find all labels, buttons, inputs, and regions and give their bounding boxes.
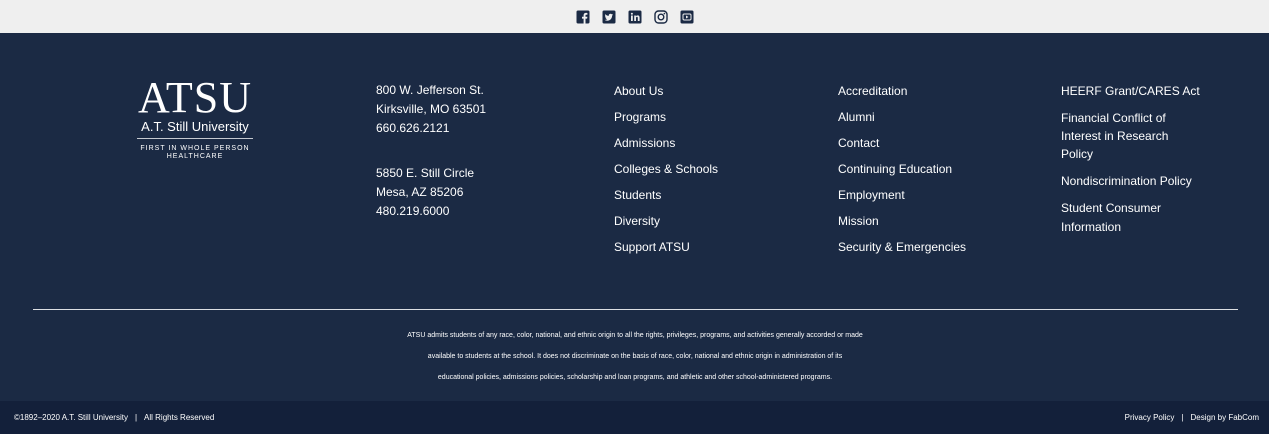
copyright: ©1892–2020 A.T. Still University | All Rig…	[14, 401, 214, 434]
rights-text: All Rights Reserved	[144, 413, 215, 422]
copyright-text: ©1892–2020 A.T. Still University	[14, 413, 128, 422]
footer-link-programs[interactable]: Programs	[614, 109, 718, 125]
address-column: 800 W. Jefferson St. Kirksville, MO 6350…	[376, 81, 486, 221]
nondiscrimination-notice: ATSU admits students of any race, color,…	[340, 325, 930, 388]
bottom-links: Privacy Policy | Design by FabCom	[1125, 401, 1259, 434]
footer-link-continuing-education[interactable]: Continuing Education	[838, 161, 966, 177]
linkedin-icon[interactable]	[628, 10, 642, 24]
footer-link-student-consumer-info[interactable]: Student Consumer Information	[1061, 199, 1171, 237]
footer-link-security-emergencies[interactable]: Security & Emergencies	[838, 239, 966, 255]
notice-line-2: available to students at the school. It …	[427, 353, 843, 360]
bottom-links-separator: |	[1181, 413, 1184, 422]
footer-link-students[interactable]: Students	[614, 187, 718, 203]
footer-link-nondiscrimination[interactable]: Nondiscrimination Policy	[1061, 173, 1201, 189]
kirksville-phone[interactable]: 660.626.2121	[376, 119, 486, 138]
footer-link-employment[interactable]: Employment	[838, 187, 966, 203]
logo-divider	[137, 138, 253, 139]
atsu-logo[interactable]: ATSU A.T. Still University FIRST IN WHOL…	[134, 73, 256, 161]
footer-link-diversity[interactable]: Diversity	[614, 213, 718, 229]
youtube-icon[interactable]	[680, 10, 694, 24]
links-column-1: About Us Programs Admissions Colleges & …	[614, 83, 718, 265]
footer-link-admissions[interactable]: Admissions	[614, 135, 718, 151]
footer-link-financial-conflict[interactable]: Financial Conflict of Interest in Resear…	[1061, 109, 1171, 163]
logo-university-name: A.T. Still University	[141, 119, 249, 134]
bottom-bar: ©1892–2020 A.T. Still University | All Rig…	[0, 401, 1269, 434]
mesa-phone[interactable]: 480.219.6000	[376, 202, 486, 221]
links-column-3: HEERF Grant/CARES Act Financial Conflict…	[1061, 83, 1201, 247]
instagram-icon[interactable]	[653, 9, 668, 24]
footer-link-heerf-grant[interactable]: HEERF Grant/CARES Act	[1061, 83, 1201, 99]
mesa-city: Mesa, AZ 85206	[376, 185, 464, 199]
copyright-separator: |	[134, 413, 138, 422]
kirksville-street: 800 W. Jefferson St.	[376, 83, 484, 97]
footer-link-mission[interactable]: Mission	[838, 213, 966, 229]
facebook-icon[interactable]	[576, 10, 590, 24]
footer-link-alumni[interactable]: Alumni	[838, 109, 966, 125]
twitter-icon[interactable]	[602, 10, 616, 24]
links-column-2: Accreditation Alumni Contact Continuing …	[838, 83, 966, 265]
notice-line-1: ATSU admits students of any race, color,…	[407, 332, 863, 339]
logo-tagline-2: HEALTHCARE	[166, 153, 224, 160]
design-by-fabcom-link[interactable]: Design by FabCom	[1191, 413, 1259, 422]
footer-link-accreditation[interactable]: Accreditation	[838, 83, 966, 99]
social-bar	[0, 0, 1269, 33]
notice-line-3: educational policies, admissions policie…	[437, 374, 833, 381]
footer-link-contact[interactable]: Contact	[838, 135, 966, 151]
footer-link-support-atsu[interactable]: Support ATSU	[614, 239, 718, 255]
address-spacer	[376, 138, 486, 164]
footer-main: ATSU A.T. Still University FIRST IN WHOL…	[0, 33, 1269, 401]
privacy-policy-link[interactable]: Privacy Policy	[1125, 413, 1175, 422]
footer-divider	[33, 309, 1238, 310]
logo-tagline-1: FIRST IN WHOLE PERSON	[140, 145, 250, 152]
footer-link-about-us[interactable]: About Us	[614, 83, 718, 99]
footer-link-colleges-schools[interactable]: Colleges & Schools	[614, 161, 718, 177]
logo-mark: ATSU	[137, 73, 253, 122]
kirksville-city: Kirksville, MO 63501	[376, 102, 487, 116]
mesa-street: 5850 E. Still Circle	[376, 166, 475, 180]
